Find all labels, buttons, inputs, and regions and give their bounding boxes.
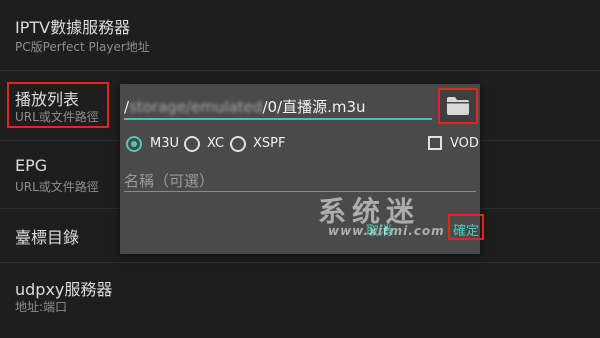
path-suffix: /0/直播源.m3u xyxy=(262,98,366,116)
radio-m3u[interactable] xyxy=(126,136,142,152)
radio-xc[interactable] xyxy=(184,136,200,152)
path-blurred: storage/emulated xyxy=(129,98,263,116)
setting-title: IPTV數據服務器 xyxy=(15,18,131,37)
path-underline xyxy=(124,118,432,120)
playlist-dialog: /storage/emulated/0/直播源.m3u M3U XC XSPF … xyxy=(120,84,484,254)
setting-subtitle: 地址:端口 xyxy=(15,300,68,314)
folder-icon xyxy=(447,97,469,115)
radio-xspf-label: XSPF xyxy=(253,136,286,151)
radio-xspf[interactable] xyxy=(230,136,246,152)
playlist-path-input[interactable]: /storage/emulated/0/直播源.m3u xyxy=(124,96,366,117)
setting-iptv-server[interactable]: IPTV數據服務器 PC版Perfect Player地址 xyxy=(0,0,600,66)
playlist-name-input[interactable]: 名稱（可選） xyxy=(124,170,214,191)
vod-label: VOD xyxy=(450,136,479,151)
radio-xc-label: XC xyxy=(207,136,225,151)
vod-checkbox[interactable] xyxy=(428,136,442,150)
setting-subtitle: PC版Perfect Player地址 xyxy=(15,40,150,54)
browse-folder-button[interactable] xyxy=(438,88,478,124)
setting-title: 臺標目錄 xyxy=(15,228,80,247)
radio-m3u-label: M3U xyxy=(150,136,180,151)
divider xyxy=(0,70,600,71)
name-underline xyxy=(124,191,476,192)
cancel-button[interactable]: 取消 xyxy=(366,220,392,239)
playlist-highlight-box xyxy=(7,82,109,128)
divider xyxy=(0,262,600,263)
setting-subtitle: URL或文件路徑 xyxy=(15,180,99,194)
setting-title: udpxy服務器 xyxy=(15,280,113,299)
setting-title: EPG xyxy=(15,156,48,175)
ok-highlight-box xyxy=(448,214,484,240)
setting-udpxy-server[interactable]: udpxy服務器 地址:端口 xyxy=(0,264,600,334)
